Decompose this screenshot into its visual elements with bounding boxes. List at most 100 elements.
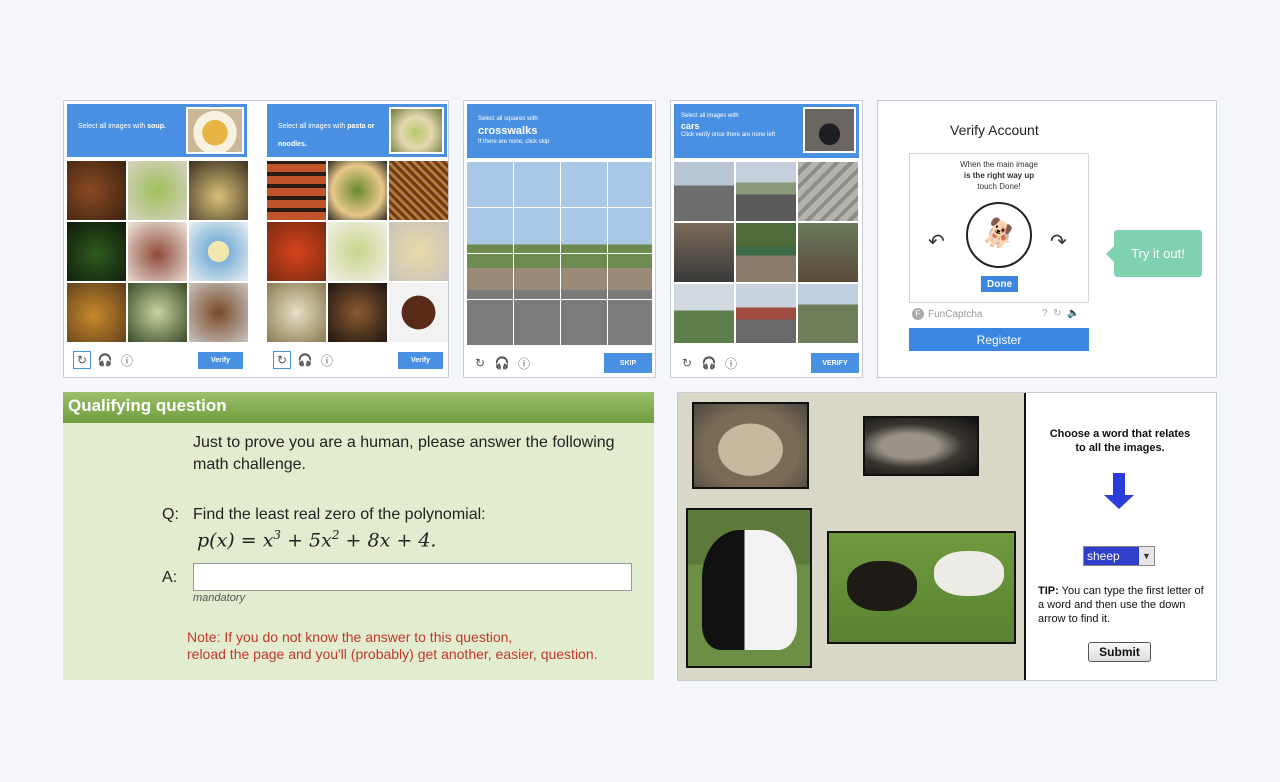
image-tile[interactable] <box>736 162 796 221</box>
done-button[interactable]: Done <box>981 276 1018 292</box>
verify-account-title: Verify Account <box>950 122 1039 138</box>
image-tile[interactable] <box>736 223 796 282</box>
recaptcha-pasta: Select all images with pasta or noodles.… <box>264 101 450 377</box>
image-tile[interactable] <box>189 222 248 281</box>
image-tile[interactable] <box>389 283 448 342</box>
funcaptcha-logo-icon: F <box>912 308 924 320</box>
recaptcha-crosswalks-header: Select all squares with crosswalks If th… <box>467 104 652 158</box>
note-line: reload the page and you'll (probably) ge… <box>187 646 598 662</box>
verify-button[interactable]: Verify <box>398 352 443 369</box>
image-tile[interactable] <box>674 162 734 221</box>
animal-image <box>686 508 812 668</box>
soup-thumbnail <box>186 107 244 154</box>
image-tile[interactable] <box>267 283 326 342</box>
image-tile[interactable] <box>674 284 734 343</box>
funcaptcha-brand: F FunCaptcha <box>912 308 982 320</box>
recaptcha-cars-header: Select all images with cars Click verify… <box>674 104 859 158</box>
instruction-target: crosswalks <box>478 125 538 137</box>
image-tile[interactable] <box>389 161 448 220</box>
rotate-right-icon[interactable]: ↷ <box>1050 229 1067 254</box>
instruction-text: Select all squares with <box>478 116 538 122</box>
instruction-hint: If there are none, click skip <box>478 139 550 145</box>
mandatory-label: mandatory <box>193 592 245 604</box>
audio-icon[interactable]: 🎧 <box>297 352 313 368</box>
submit-button[interactable]: Submit <box>1088 642 1151 662</box>
recaptcha-cars-panel: Select all images with cars Click verify… <box>670 100 863 378</box>
refresh-icon[interactable]: ↻ <box>1053 308 1061 319</box>
help-icon[interactable]: ? <box>1042 308 1048 319</box>
image-tile[interactable] <box>189 283 248 342</box>
image-tile[interactable] <box>189 161 248 220</box>
verify-button[interactable]: VERIFY <box>811 353 859 373</box>
image-grid <box>67 161 248 342</box>
info-icon[interactable]: ⓘ <box>119 352 135 368</box>
reload-icon[interactable]: ↻ <box>472 355 488 371</box>
audio-icon[interactable]: 🎧 <box>97 352 113 368</box>
instruction-text: Select all images with <box>278 123 346 130</box>
image-tile[interactable] <box>128 161 187 220</box>
tip-label: TIP: <box>1038 585 1059 597</box>
info-icon[interactable]: ⓘ <box>723 355 739 371</box>
try-it-out-button[interactable]: Try it out! <box>1114 230 1202 277</box>
street-image-grid[interactable] <box>467 162 652 345</box>
brand-name: FunCaptcha <box>928 308 983 320</box>
info-icon[interactable]: ⓘ <box>319 352 335 368</box>
image-tile[interactable] <box>736 284 796 343</box>
reload-icon[interactable]: ↻ <box>679 355 695 371</box>
image-tile[interactable] <box>674 223 734 282</box>
image-tile[interactable] <box>798 284 858 343</box>
rotating-image: 🐕 <box>966 202 1032 268</box>
register-button[interactable]: Register <box>909 328 1089 351</box>
instruction-target: cars <box>681 121 700 131</box>
reload-icon[interactable]: ↻ <box>273 351 291 369</box>
image-tile[interactable] <box>67 222 126 281</box>
rotate-left-icon[interactable]: ↶ <box>928 229 945 254</box>
reload-icon[interactable]: ↻ <box>73 351 91 369</box>
polynomial-formula: p(x) = x3 + 5x2 + 8x + 4. <box>197 528 437 552</box>
q-label: Q: <box>162 506 179 523</box>
image-tile[interactable] <box>328 283 387 342</box>
instruction-text: Select all images with <box>681 113 739 119</box>
animal-images-area <box>678 393 1026 680</box>
image-tile[interactable] <box>128 222 187 281</box>
audio-icon[interactable]: 🔈 <box>1067 308 1079 319</box>
recaptcha-soup-header: Select all images with soup. <box>67 104 247 157</box>
animal-image <box>692 402 809 489</box>
skip-button[interactable]: SKIP <box>604 353 652 373</box>
instruction-hint: Click verify once there are none left <box>681 132 776 138</box>
word-select[interactable]: sheep ▼ <box>1083 546 1155 566</box>
pasta-thumbnail <box>389 107 444 154</box>
image-tile[interactable] <box>67 161 126 220</box>
instruction-target: soup. <box>147 123 166 130</box>
selected-word: sheep <box>1084 547 1139 565</box>
image-tile[interactable] <box>798 223 858 282</box>
question-text: Find the least real zero of the polynomi… <box>193 506 486 523</box>
image-tile[interactable] <box>267 222 326 281</box>
down-arrow-icon <box>1104 473 1134 509</box>
funcaptcha-widget: When the main image is the right way up … <box>909 153 1089 303</box>
image-tile[interactable] <box>67 283 126 342</box>
chevron-down-icon[interactable]: ▼ <box>1139 547 1154 565</box>
verify-button[interactable]: Verify <box>198 352 243 369</box>
car-thumbnail <box>803 107 856 153</box>
animal-icon: 🐕 <box>977 213 1022 257</box>
instruction-text: Select all images with <box>78 123 146 130</box>
info-icon[interactable]: ⓘ <box>516 355 532 371</box>
a-label: A: <box>162 569 178 586</box>
image-tile[interactable] <box>328 161 387 220</box>
image-tile[interactable] <box>267 161 326 220</box>
audio-icon[interactable]: 🎧 <box>701 355 717 371</box>
word-captcha-panel: Choose a word that relates to all the im… <box>677 392 1217 681</box>
image-tile[interactable] <box>328 222 387 281</box>
image-grid <box>267 161 448 342</box>
image-tile[interactable] <box>798 162 858 221</box>
image-tile[interactable] <box>389 222 448 281</box>
image-tile[interactable] <box>128 283 187 342</box>
instruction-line-bold: is the right way up <box>963 171 1035 180</box>
recaptcha-pasta-header: Select all images with pasta or noodles. <box>267 104 447 157</box>
speech-pointer <box>1106 246 1114 262</box>
recaptcha-food-panel: Select all images with soup. ↻ 🎧 ⓘ Verif… <box>63 100 449 378</box>
instruction-line: When the main image <box>960 160 1038 169</box>
audio-icon[interactable]: 🎧 <box>494 355 510 371</box>
answer-input[interactable] <box>193 563 632 591</box>
